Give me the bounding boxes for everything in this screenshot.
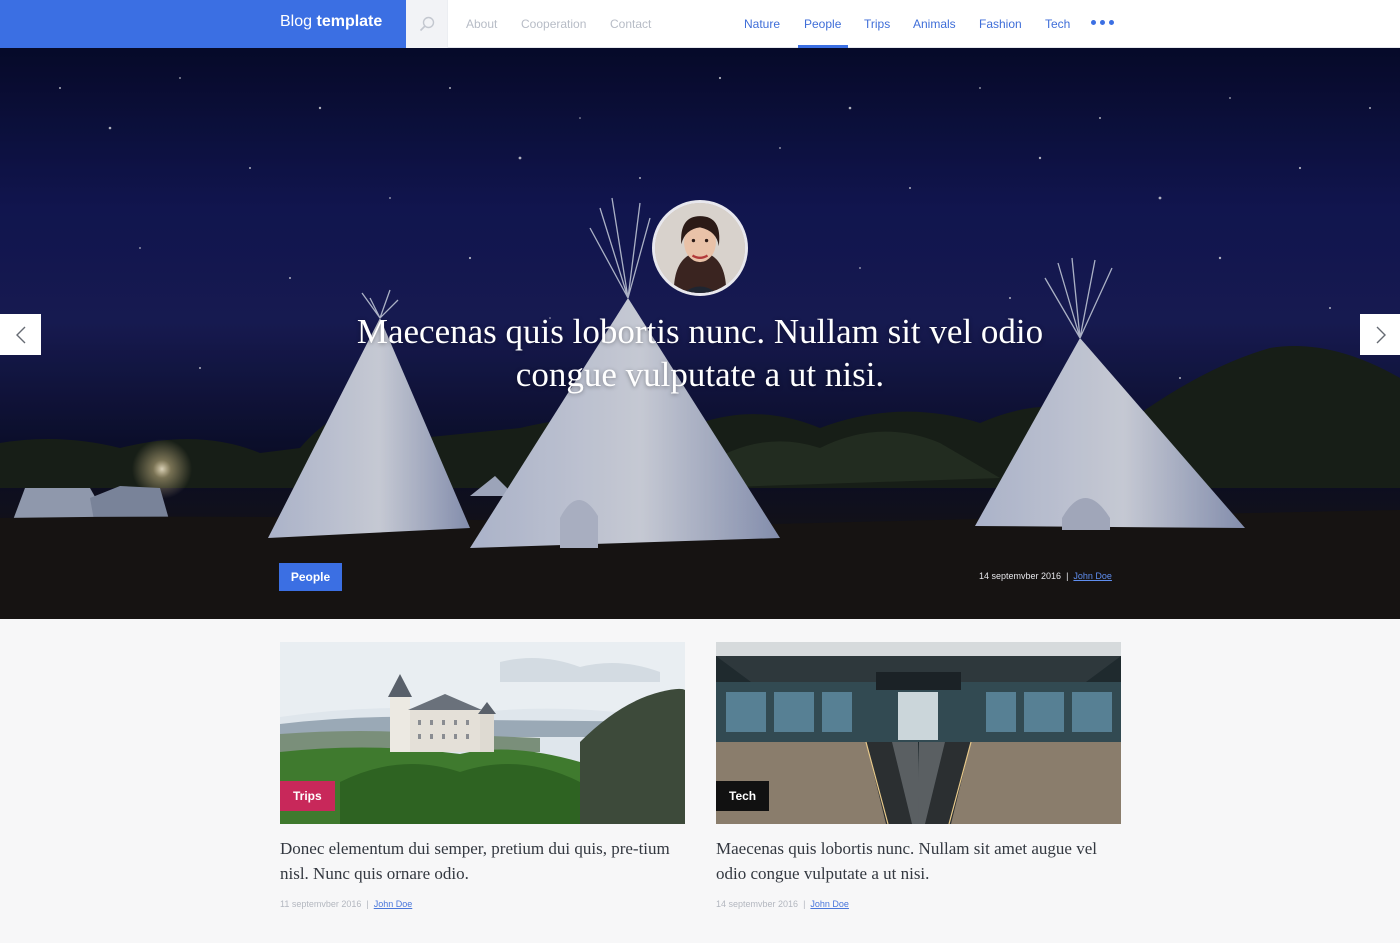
nav-link-about[interactable]: About xyxy=(466,17,497,31)
brand-bold: template xyxy=(316,13,383,30)
author-avatar[interactable] xyxy=(652,200,748,296)
meta-separator: | xyxy=(366,899,369,909)
more-dots-icon[interactable] xyxy=(1091,20,1114,25)
post-date: 14 septemvber 2016 xyxy=(716,899,799,909)
top-navbar: Blog template About Cooperation Contact … xyxy=(0,0,1400,48)
post-image[interactable]: Tech xyxy=(716,642,1121,824)
hero-date: 14 septemvber 2016 xyxy=(979,571,1062,581)
brand-light: Blog xyxy=(280,13,313,30)
slider-prev-button[interactable] xyxy=(0,314,41,355)
category-fashion[interactable]: Fashion xyxy=(979,17,1022,31)
category-trips[interactable]: Trips xyxy=(864,17,890,31)
chevron-left-icon xyxy=(15,326,25,343)
post-meta: 14 septemvber 2016 | John Doe xyxy=(716,899,1121,909)
brand-block[interactable]: Blog template xyxy=(0,0,406,48)
hero-slider: Maecenas quis lobortis nunc. Nullam sit … xyxy=(0,48,1400,619)
post-card-tech: Tech Maecenas quis lobortis nunc. Nullam… xyxy=(716,642,1121,909)
post-category-tag[interactable]: Tech xyxy=(716,781,770,811)
nav-link-cooperation[interactable]: Cooperation xyxy=(521,17,586,31)
post-title[interactable]: Donec elementum dui semper, pretium dui … xyxy=(280,836,685,886)
post-date: 11 septemvber 2016 xyxy=(280,899,362,909)
search-icon xyxy=(419,16,434,32)
hero-author-link[interactable]: John Doe xyxy=(1073,571,1112,581)
hero-category-tag[interactable]: People xyxy=(279,563,342,591)
post-author-link[interactable]: John Doe xyxy=(374,899,413,909)
post-author-link[interactable]: John Doe xyxy=(810,899,849,909)
search-button[interactable] xyxy=(406,0,448,48)
category-nature[interactable]: Nature xyxy=(744,17,780,31)
castle-image xyxy=(280,642,685,824)
post-category-tag[interactable]: Trips xyxy=(280,781,335,811)
post-card-trips: Trips Donec elementum dui semper, pretiu… xyxy=(280,642,685,909)
slider-next-button[interactable] xyxy=(1360,314,1400,355)
post-title[interactable]: Maecenas quis lobortis nunc. Nullam sit … xyxy=(716,836,1121,886)
avatar-image xyxy=(655,203,745,293)
meta-separator: | xyxy=(803,899,806,909)
escalator-image xyxy=(716,642,1121,824)
post-meta: 11 septemvber 2016 | John Doe xyxy=(280,899,685,909)
meta-separator: | xyxy=(1066,571,1069,581)
chevron-right-icon xyxy=(1376,326,1386,343)
category-people[interactable]: People xyxy=(804,17,841,31)
hero-meta: 14 septemvber 2016 | John Doe xyxy=(979,571,1112,581)
category-tech[interactable]: Tech xyxy=(1045,17,1070,31)
site-logo[interactable]: Blog template xyxy=(280,13,382,31)
hero-headline[interactable]: Maecenas quis lobortis nunc. Nullam sit … xyxy=(350,310,1050,396)
category-animals[interactable]: Animals xyxy=(913,17,956,31)
post-image[interactable]: Trips xyxy=(280,642,685,824)
nav-link-contact[interactable]: Contact xyxy=(610,17,651,31)
